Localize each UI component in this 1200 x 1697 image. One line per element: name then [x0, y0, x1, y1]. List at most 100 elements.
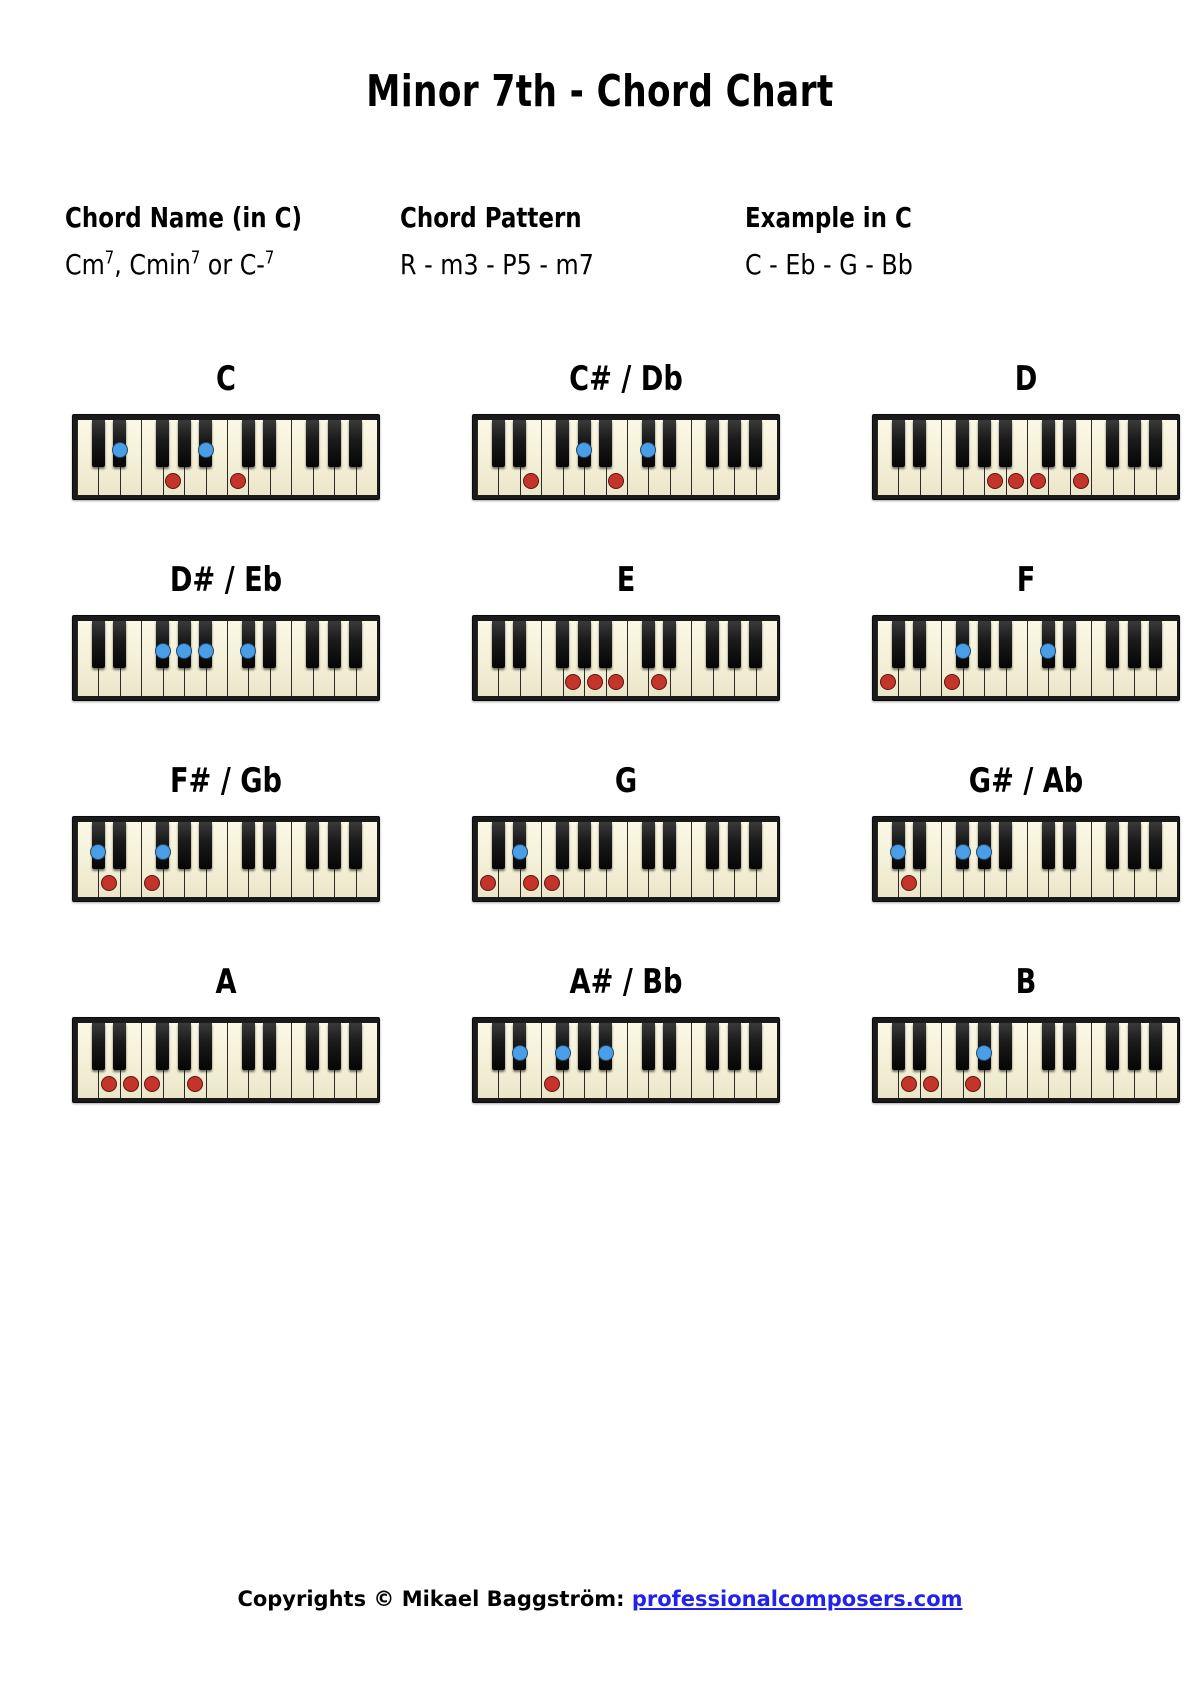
black-key[interactable] — [91, 621, 106, 668]
black-key[interactable] — [306, 1023, 320, 1070]
black-key[interactable] — [998, 1023, 1013, 1070]
black-key[interactable] — [1063, 822, 1077, 869]
black-key[interactable] — [913, 822, 927, 869]
black-key[interactable] — [1041, 420, 1056, 467]
black-key[interactable] — [598, 621, 613, 668]
black-key[interactable] — [577, 621, 591, 668]
black-key[interactable] — [556, 420, 570, 467]
black-key[interactable] — [1106, 621, 1120, 668]
black-key[interactable] — [1106, 420, 1120, 467]
black-key[interactable] — [641, 1023, 656, 1070]
black-key[interactable] — [1127, 420, 1141, 467]
black-key[interactable] — [891, 1023, 906, 1070]
black-key[interactable] — [913, 621, 927, 668]
black-key[interactable] — [327, 822, 341, 869]
black-key[interactable] — [706, 1023, 720, 1070]
black-key[interactable] — [241, 822, 256, 869]
black-key[interactable] — [327, 420, 341, 467]
black-key[interactable] — [727, 621, 741, 668]
black-key[interactable] — [491, 420, 506, 467]
black-key[interactable] — [706, 822, 720, 869]
black-key[interactable] — [263, 420, 277, 467]
black-key[interactable] — [113, 822, 127, 869]
black-key[interactable] — [1148, 822, 1163, 869]
black-key[interactable] — [748, 822, 763, 869]
black-key[interactable] — [1127, 822, 1141, 869]
black-key[interactable] — [177, 420, 191, 467]
black-key[interactable] — [913, 420, 927, 467]
black-key[interactable] — [263, 621, 277, 668]
black-key[interactable] — [348, 420, 363, 467]
black-key[interactable] — [306, 621, 320, 668]
black-key[interactable] — [1063, 420, 1077, 467]
black-key[interactable] — [1148, 621, 1163, 668]
black-key[interactable] — [177, 1023, 191, 1070]
black-key[interactable] — [1063, 1023, 1077, 1070]
black-key[interactable] — [748, 1023, 763, 1070]
black-key[interactable] — [1148, 420, 1163, 467]
black-key[interactable] — [1063, 621, 1077, 668]
black-key[interactable] — [977, 621, 991, 668]
black-key[interactable] — [491, 822, 506, 869]
black-key[interactable] — [156, 420, 170, 467]
black-key[interactable] — [641, 822, 656, 869]
black-key[interactable] — [306, 420, 320, 467]
black-key[interactable] — [113, 1023, 127, 1070]
black-key[interactable] — [977, 420, 991, 467]
black-key[interactable] — [998, 420, 1013, 467]
black-key[interactable] — [1148, 1023, 1163, 1070]
black-key[interactable] — [198, 822, 213, 869]
black-key[interactable] — [663, 1023, 677, 1070]
black-key[interactable] — [706, 420, 720, 467]
black-key[interactable] — [491, 1023, 506, 1070]
black-key[interactable] — [263, 1023, 277, 1070]
black-key[interactable] — [956, 420, 970, 467]
black-key[interactable] — [598, 420, 613, 467]
black-key[interactable] — [348, 1023, 363, 1070]
black-key[interactable] — [491, 621, 506, 668]
black-key[interactable] — [998, 822, 1013, 869]
black-key[interactable] — [1106, 822, 1120, 869]
black-key[interactable] — [727, 1023, 741, 1070]
black-key[interactable] — [956, 1023, 970, 1070]
black-key[interactable] — [156, 1023, 170, 1070]
black-key[interactable] — [348, 621, 363, 668]
black-key[interactable] — [663, 621, 677, 668]
black-key[interactable] — [1127, 621, 1141, 668]
black-key[interactable] — [577, 1023, 591, 1070]
black-key[interactable] — [177, 822, 191, 869]
black-key[interactable] — [306, 822, 320, 869]
black-key[interactable] — [327, 1023, 341, 1070]
black-key[interactable] — [748, 420, 763, 467]
black-key[interactable] — [348, 822, 363, 869]
black-key[interactable] — [891, 420, 906, 467]
black-key[interactable] — [91, 1023, 106, 1070]
black-key[interactable] — [1041, 822, 1056, 869]
black-key[interactable] — [241, 1023, 256, 1070]
black-key[interactable] — [556, 822, 570, 869]
black-key[interactable] — [556, 621, 570, 668]
black-key[interactable] — [577, 822, 591, 869]
black-key[interactable] — [263, 822, 277, 869]
black-key[interactable] — [663, 420, 677, 467]
black-key[interactable] — [727, 822, 741, 869]
black-key[interactable] — [748, 621, 763, 668]
black-key[interactable] — [1041, 1023, 1056, 1070]
black-key[interactable] — [706, 621, 720, 668]
footer-website-link[interactable]: professionalcomposers.com — [632, 1587, 963, 1611]
black-key[interactable] — [91, 420, 106, 467]
black-key[interactable] — [1127, 1023, 1141, 1070]
black-key[interactable] — [513, 420, 527, 467]
black-key[interactable] — [1106, 1023, 1120, 1070]
black-key[interactable] — [891, 621, 906, 668]
black-key[interactable] — [327, 621, 341, 668]
black-key[interactable] — [641, 621, 656, 668]
black-key[interactable] — [913, 1023, 927, 1070]
black-key[interactable] — [998, 621, 1013, 668]
black-key[interactable] — [113, 621, 127, 668]
black-key[interactable] — [241, 420, 256, 467]
black-key[interactable] — [513, 621, 527, 668]
black-key[interactable] — [598, 822, 613, 869]
black-key[interactable] — [198, 1023, 213, 1070]
black-key[interactable] — [663, 822, 677, 869]
